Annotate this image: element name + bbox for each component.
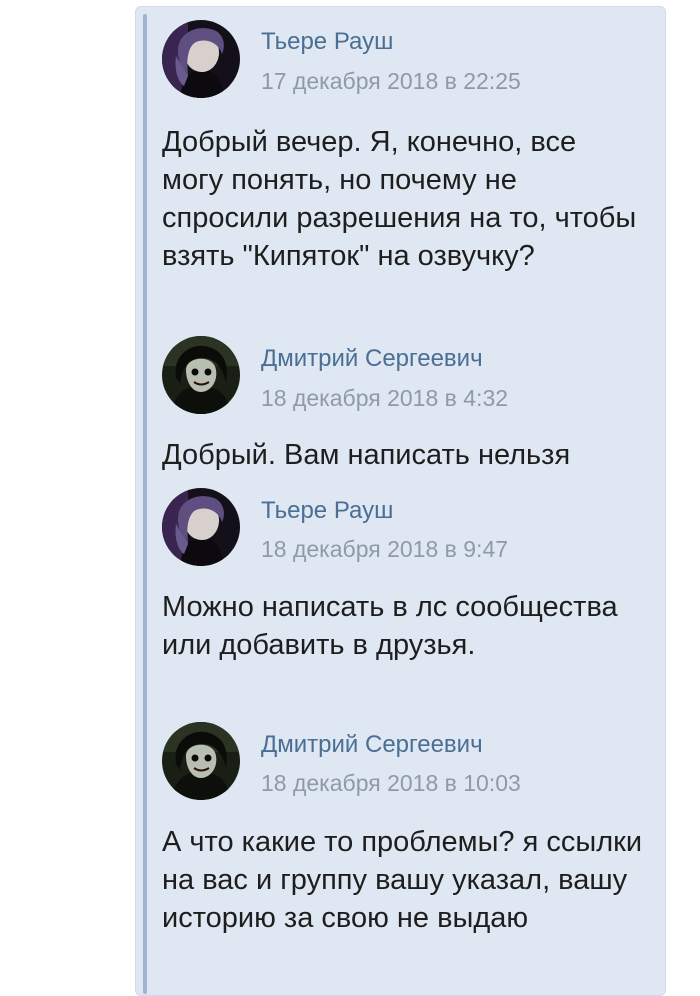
comment-author-link[interactable]: Тьере Рауш xyxy=(261,497,393,525)
thread-indent-bar xyxy=(143,14,147,994)
comment-timestamp[interactable]: 18 декабря 2018 в 9:47 xyxy=(261,536,508,563)
user-photo-avatar-icon[interactable] xyxy=(162,336,240,414)
user-photo-avatar-icon[interactable] xyxy=(162,488,240,566)
comment-text: Добрый. Вам написать нельзя xyxy=(162,439,571,471)
comment-author-link[interactable]: Дмитрий Сергеевич xyxy=(261,345,483,373)
comment-text: Добрый вечер. Я, конечно, все могу понят… xyxy=(162,126,637,272)
comment-author-link[interactable]: Дмитрий Сергеевич xyxy=(261,731,483,759)
comment-author-link[interactable]: Тьере Рауш xyxy=(261,28,393,56)
user-photo-avatar-icon[interactable] xyxy=(162,722,240,800)
comment-timestamp[interactable]: 17 декабря 2018 в 22:25 xyxy=(261,68,521,95)
user-photo-avatar-icon[interactable] xyxy=(162,20,240,98)
comment-text: А что какие то проблемы? я ссылки на вас… xyxy=(162,826,643,934)
comment-text: Можно написать в лс сообщества или добав… xyxy=(162,591,618,661)
comment-timestamp[interactable]: 18 декабря 2018 в 4:32 xyxy=(261,385,508,412)
comment-timestamp[interactable]: 18 декабря 2018 в 10:03 xyxy=(261,770,521,797)
